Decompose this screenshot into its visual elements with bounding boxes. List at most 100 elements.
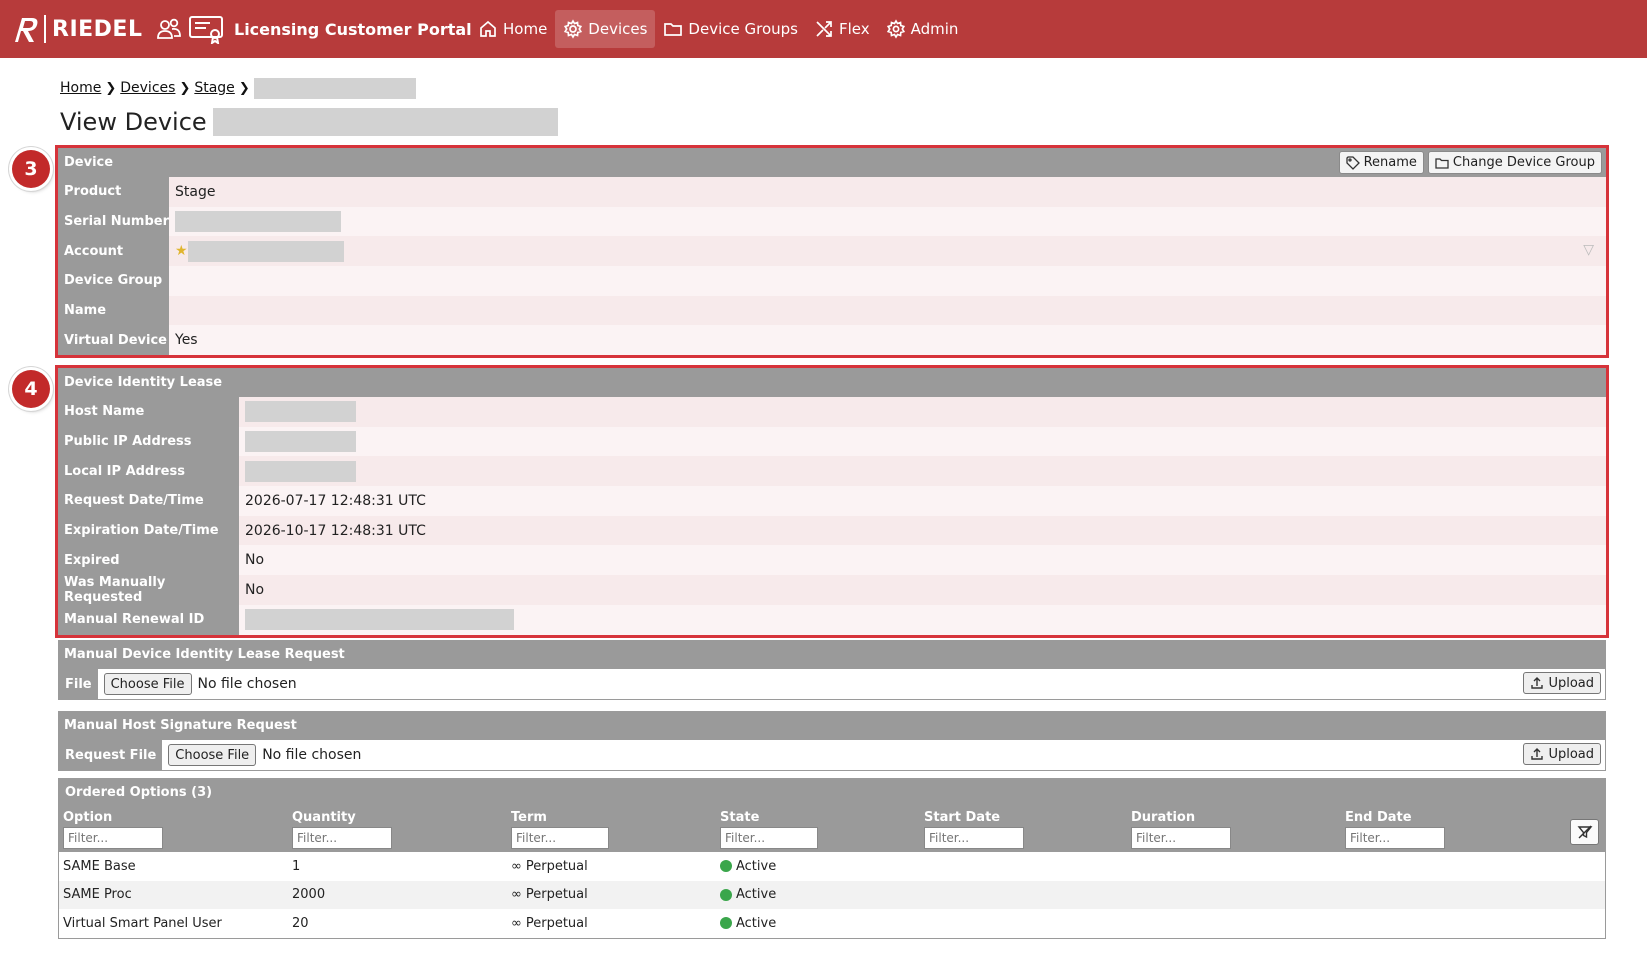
quantity-filter-input[interactable] — [292, 827, 392, 849]
state-text: Active — [736, 858, 777, 874]
status-dot-icon — [720, 888, 732, 901]
row-key: Serial Number — [58, 206, 169, 237]
upload-lease-button[interactable]: Upload — [1523, 672, 1601, 694]
row-value — [169, 295, 1606, 326]
term-text: Perpetual — [525, 915, 588, 931]
local-ip-redacted — [245, 460, 356, 482]
row-key: Product — [58, 177, 169, 207]
state-text: Active — [736, 915, 777, 931]
nav-devices-label: Devices — [588, 20, 648, 38]
row-key: Device Group — [58, 266, 169, 296]
riedel-r-logo-icon — [15, 18, 38, 42]
account-redacted — [187, 240, 344, 262]
nav-admin[interactable]: Admin — [878, 10, 967, 48]
step-badge-4: 4 — [12, 370, 50, 408]
device-row-account: Account ★ ▽ — [58, 236, 1606, 267]
row-value — [239, 456, 1606, 487]
host-signature-request-panel: Manual Host Signature Request Request Fi… — [58, 711, 1606, 771]
logo-divider — [44, 15, 46, 43]
lease-row-local-ip: Local IP Address — [58, 456, 1606, 487]
rename-button[interactable]: Rename — [1338, 151, 1424, 174]
nav-devices[interactable]: Devices — [555, 10, 656, 48]
no-file-chosen-text: No file chosen — [262, 747, 362, 763]
tag-icon — [1345, 155, 1360, 170]
lease-row-host-name: Host Name — [58, 397, 1606, 427]
cell-option: SAME Base — [63, 858, 136, 874]
column-option: Option — [63, 809, 163, 849]
upload-signature-button[interactable]: Upload — [1523, 743, 1601, 765]
change-device-group-button[interactable]: Change Device Group — [1427, 151, 1602, 174]
choose-request-file-button[interactable]: Choose File — [168, 744, 257, 766]
cell-quantity: 1 — [292, 858, 301, 874]
chevron-right-icon: ❯ — [238, 80, 250, 96]
nav-device-groups[interactable]: Device Groups — [655, 10, 806, 48]
clear-filters-button[interactable] — [1570, 819, 1599, 845]
row-value[interactable]: ★ ▽ — [169, 236, 1606, 267]
chevron-right-icon: ❯ — [105, 80, 117, 96]
nav-home[interactable]: Home — [470, 10, 555, 48]
riedel-logo[interactable]: RIEDEL — [12, 11, 142, 47]
start-date-filter-input[interactable] — [924, 827, 1024, 849]
state-filter-input[interactable] — [720, 827, 818, 849]
infinity-icon: ∞ — [511, 887, 522, 903]
device-name-redacted — [212, 108, 558, 136]
device-row-serial-number: Serial Number — [58, 206, 1606, 237]
cell-state: Active — [720, 909, 776, 938]
row-key: Public IP Address — [58, 426, 239, 457]
table-row[interactable]: SAME Base 1 ∞ Perpetual Active — [59, 852, 1605, 881]
term-text: Perpetual — [525, 858, 588, 874]
table-header: Ordered Options (3) Option Quantity Term… — [59, 779, 1605, 852]
term-filter-input[interactable] — [511, 827, 609, 849]
option-filter-input[interactable] — [63, 827, 163, 849]
end-date-filter-input[interactable] — [1345, 827, 1445, 849]
column-header: Term — [511, 810, 547, 825]
manual-lease-file-row: File Choose File No file chosen Upload — [58, 669, 1606, 700]
star-icon: ★ — [175, 243, 188, 260]
cell-state: Active — [720, 852, 776, 881]
folder-icon — [664, 23, 683, 36]
filter-funnel-icon[interactable]: ▽ — [1583, 242, 1594, 258]
portal-title-group[interactable]: Licensing Customer Portal — [156, 12, 472, 46]
column-state: State — [720, 809, 818, 849]
home-icon — [480, 20, 496, 37]
table-title: Ordered Options (3) — [65, 785, 213, 800]
column-header: Quantity — [292, 810, 356, 825]
status-dot-icon — [720, 917, 732, 930]
nav-flex[interactable]: Flex — [806, 10, 878, 48]
breadcrumb-stage[interactable]: Stage — [194, 80, 234, 96]
row-value — [169, 206, 1606, 237]
row-key: Manual Renewal ID — [58, 604, 239, 635]
device-row-product: Product Stage — [58, 177, 1606, 207]
device-row-virtual-device: Virtual Device Yes — [58, 325, 1606, 356]
row-value: No — [239, 545, 1606, 576]
row-value — [239, 604, 1606, 635]
cell-term: ∞ Perpetual — [511, 881, 588, 910]
settings-icon — [886, 19, 905, 39]
ordered-options-table: Ordered Options (3) Option Quantity Term… — [58, 778, 1606, 939]
row-key: Local IP Address — [58, 456, 239, 487]
host-name-redacted — [245, 401, 356, 423]
rename-label: Rename — [1363, 155, 1417, 170]
upload-icon — [1531, 748, 1544, 760]
breadcrumb-devices[interactable]: Devices — [120, 80, 175, 96]
status-dot-icon — [720, 860, 732, 873]
column-quantity: Quantity — [292, 809, 392, 849]
nav-admin-label: Admin — [910, 20, 959, 38]
choose-file-button[interactable]: Choose File — [103, 673, 192, 695]
page-title-row: View Device — [60, 106, 558, 138]
change-device-group-label: Change Device Group — [1452, 155, 1595, 170]
host-signature-file-row: Request File Choose File No file chosen … — [58, 740, 1606, 771]
column-header: Start Date — [924, 810, 1001, 825]
table-row[interactable]: Virtual Smart Panel User 20 ∞ Perpetual … — [59, 909, 1605, 938]
row-key: Host Name — [58, 397, 239, 427]
duration-filter-input[interactable] — [1131, 827, 1231, 849]
column-start-date: Start Date — [924, 809, 1024, 849]
device-row-name: Name — [58, 295, 1606, 326]
row-key: Virtual Device — [58, 325, 169, 356]
table-row[interactable]: SAME Proc 2000 ∞ Perpetual Active — [59, 880, 1605, 910]
device-rows: Product Stage Serial Number Account ★ ▽ … — [58, 177, 1606, 356]
breadcrumb-home[interactable]: Home — [60, 80, 101, 96]
row-value: Stage — [169, 177, 1606, 207]
nav-home-label: Home — [503, 20, 548, 38]
chevron-right-icon: ❯ — [179, 80, 191, 96]
